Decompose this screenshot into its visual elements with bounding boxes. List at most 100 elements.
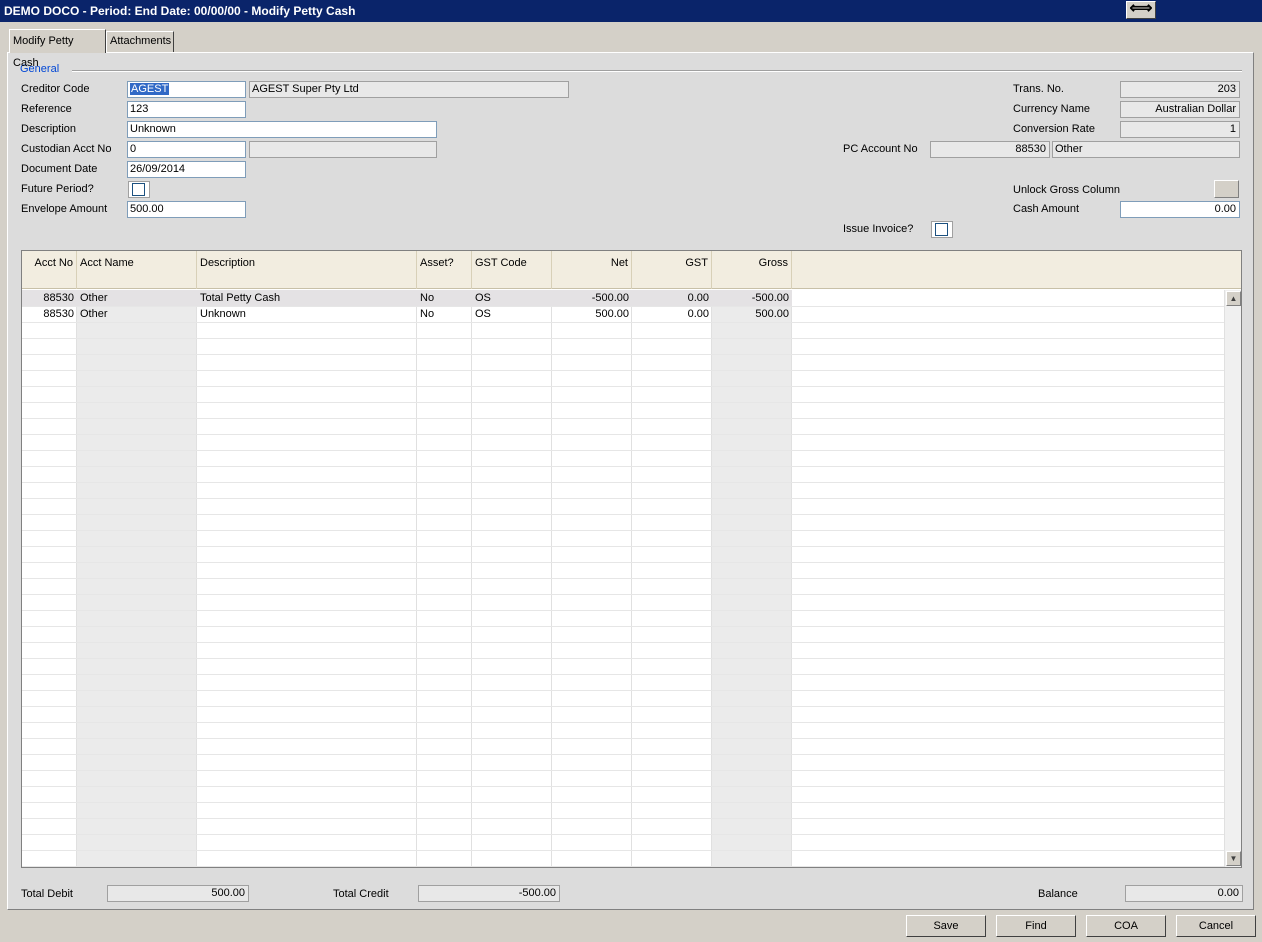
cash-amount-field[interactable]: 0.00: [1120, 201, 1240, 218]
total-credit-field: -500.00: [418, 885, 560, 902]
save-button[interactable]: Save: [906, 915, 986, 937]
col-header-gst[interactable]: GST: [632, 251, 712, 289]
grid-row-line: [22, 802, 1225, 803]
col-header-gst-code[interactable]: GST Code: [472, 251, 552, 289]
cell-gst-code[interactable]: OS: [472, 290, 552, 306]
grid-vertical-scrollbar[interactable]: ▲ ▼: [1224, 290, 1241, 867]
tab-attachments[interactable]: Attachments: [106, 31, 174, 53]
grid-header: Acct No Acct Name Description Asset? GST…: [22, 251, 1241, 289]
grid-row-line: [22, 594, 1225, 595]
grid-row-line: [22, 706, 1225, 707]
grid-row-line: [22, 498, 1225, 499]
grid-row-line: [22, 738, 1225, 739]
col-header-gross[interactable]: Gross: [712, 251, 792, 289]
cell-acct-no[interactable]: 88530: [22, 290, 77, 306]
scroll-down-icon[interactable]: ▼: [1226, 851, 1241, 866]
grid-row-line: [22, 642, 1225, 643]
balance-label: Balance: [1038, 888, 1078, 900]
transaction-grid: Acct No Acct Name Description Asset? GST…: [21, 250, 1242, 868]
total-debit-label: Total Debit: [21, 888, 73, 900]
grid-row-line: [22, 514, 1225, 515]
total-credit-label: Total Credit: [333, 888, 389, 900]
grid-row-line: [22, 530, 1225, 531]
scroll-up-icon[interactable]: ▲: [1226, 291, 1241, 306]
cell-acct-name[interactable]: Other: [77, 306, 197, 322]
cell-net[interactable]: 500.00: [552, 306, 632, 322]
reference-field[interactable]: 123: [127, 101, 246, 118]
col-header-acct-name[interactable]: Acct Name: [77, 251, 197, 289]
grid-row-line: [22, 658, 1225, 659]
envelope-amount-label: Envelope Amount: [21, 203, 108, 215]
unlock-gross-button[interactable]: [1214, 180, 1239, 198]
grid-row-line: [22, 402, 1225, 403]
grid-row-line: [22, 322, 1225, 323]
grid-row-line: [22, 578, 1225, 579]
cell-acct-name[interactable]: Other: [77, 290, 197, 306]
window-title: DEMO DOCO - Period: End Date: 00/00/00 -…: [4, 4, 356, 18]
grid-row-line: [22, 354, 1225, 355]
future-period-label: Future Period?: [21, 183, 94, 195]
custodian-acct-field[interactable]: 0: [127, 141, 246, 158]
grid-row-line: [22, 418, 1225, 419]
cell-description[interactable]: Unknown: [197, 306, 417, 322]
creditor-name-field: AGEST Super Pty Ltd: [249, 81, 569, 98]
pc-account-no-field: 88530: [930, 141, 1050, 158]
creditor-code-label: Creditor Code: [21, 83, 90, 95]
trans-no-field: 203: [1120, 81, 1240, 98]
cell-gross[interactable]: 500.00: [712, 306, 792, 322]
grid-row-line: [22, 370, 1225, 371]
group-divider: [72, 70, 1242, 72]
grid-row-line: [22, 610, 1225, 611]
grid-row-line: [22, 338, 1225, 339]
creditor-code-field[interactable]: AGEST: [127, 81, 246, 98]
conversion-rate-field: 1: [1120, 121, 1240, 138]
col-header-description[interactable]: Description: [197, 251, 417, 289]
grid-row-line: [22, 866, 1225, 867]
grid-row-line: [22, 482, 1225, 483]
cell-net[interactable]: -500.00: [552, 290, 632, 306]
cell-gst[interactable]: 0.00: [632, 306, 712, 322]
document-date-field[interactable]: 26/09/2014: [127, 161, 246, 178]
custodian-name-field: [249, 141, 437, 158]
grid-row-line: [22, 754, 1225, 755]
currency-name-field: Australian Dollar: [1120, 101, 1240, 118]
cell-description[interactable]: Total Petty Cash: [197, 290, 417, 306]
window-title-bar: DEMO DOCO - Period: End Date: 00/00/00 -…: [0, 0, 1262, 22]
grid-row-line: [22, 562, 1225, 563]
description-label: Description: [21, 123, 77, 135]
grid-row-line: [22, 626, 1225, 627]
grid-row-line: [22, 834, 1225, 835]
grid-row-line: [22, 546, 1225, 547]
grid-row-line: [22, 466, 1225, 467]
currency-name-label: Currency Name: [1013, 103, 1091, 115]
cancel-button[interactable]: Cancel: [1176, 915, 1256, 937]
tab-modify-petty-cash[interactable]: Modify Petty Cash: [9, 29, 106, 69]
coa-button[interactable]: COA: [1086, 915, 1166, 937]
grid-row-line: [22, 818, 1225, 819]
col-header-net[interactable]: Net: [552, 251, 632, 289]
grid-row-line: [22, 722, 1225, 723]
issue-invoice-checkbox-wrap: [931, 221, 953, 238]
col-header-asset[interactable]: Asset?: [417, 251, 472, 289]
double-arrow-icon[interactable]: ⟺: [1126, 1, 1156, 19]
issue-invoice-checkbox[interactable]: [935, 223, 948, 236]
cell-gst-code[interactable]: OS: [472, 306, 552, 322]
envelope-amount-field[interactable]: 500.00: [127, 201, 246, 218]
grid-row-line: [22, 850, 1225, 851]
grid-row-line: [22, 690, 1225, 691]
cell-gross[interactable]: -500.00: [712, 290, 792, 306]
cell-asset[interactable]: No: [417, 306, 472, 322]
cell-gst[interactable]: 0.00: [632, 290, 712, 306]
description-field[interactable]: Unknown: [127, 121, 437, 138]
trans-no-label: Trans. No.: [1013, 83, 1064, 95]
find-button[interactable]: Find: [996, 915, 1076, 937]
cell-asset[interactable]: No: [417, 290, 472, 306]
reference-label: Reference: [21, 103, 72, 115]
future-period-checkbox-wrap: [128, 181, 150, 198]
cell-acct-no[interactable]: 88530: [22, 306, 77, 322]
conversion-rate-label: Conversion Rate: [1013, 123, 1095, 135]
col-header-acct-no[interactable]: Acct No: [22, 251, 77, 289]
grid-row-line: [22, 674, 1225, 675]
future-period-checkbox[interactable]: [132, 183, 145, 196]
pc-account-label: PC Account No: [843, 143, 918, 155]
